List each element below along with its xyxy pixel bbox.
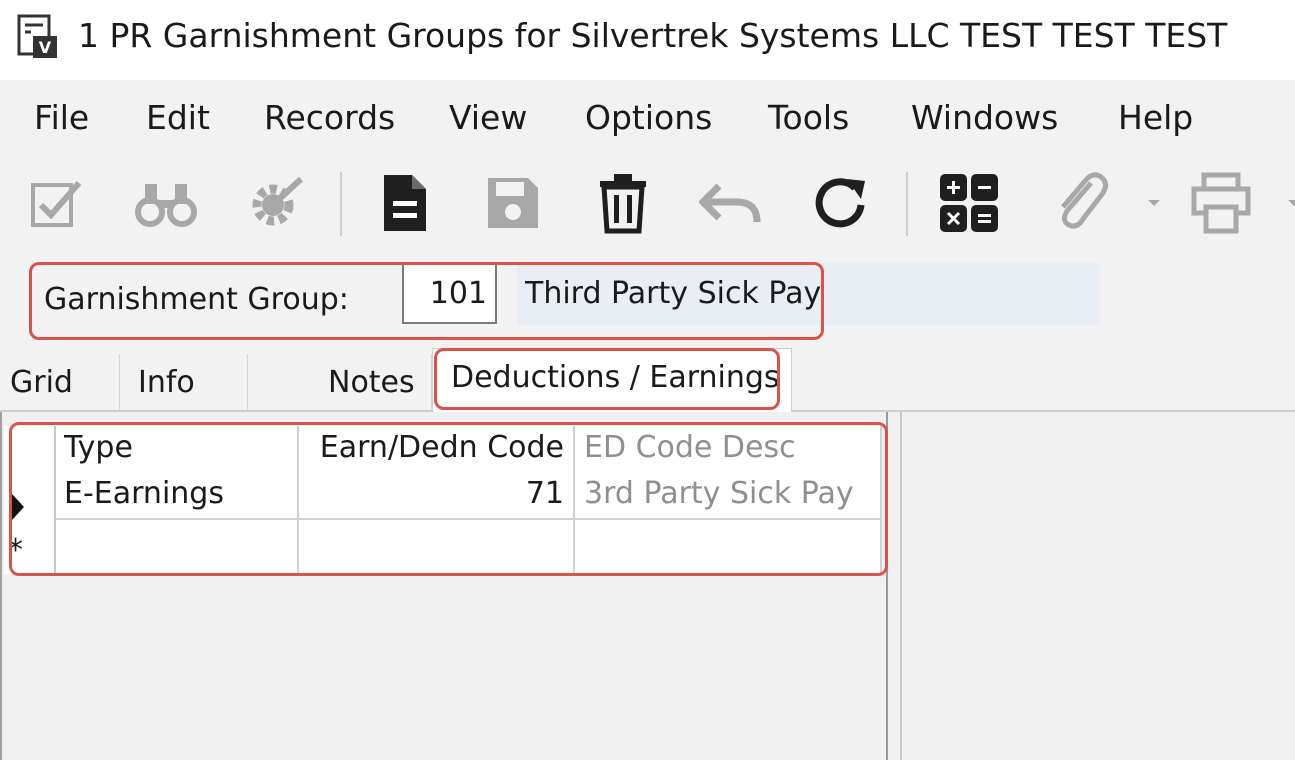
menu-file[interactable]: File [34,96,89,140]
printer-icon [1191,172,1251,234]
print-button[interactable] [1190,168,1260,238]
tab-deductions-earnings[interactable]: Deductions / Earnings [432,348,792,414]
menu-view[interactable]: View [449,96,527,140]
menu-help[interactable]: Help [1118,96,1193,140]
cell-type[interactable]: E-Earnings [64,472,294,518]
tab-grid[interactable]: Grid [0,354,120,412]
chevron-down-icon[interactable] [1286,198,1295,208]
column-header-type[interactable]: Type [64,426,294,474]
calculator-button[interactable] [934,168,1004,238]
validate-button[interactable] [20,168,90,238]
trash-icon [600,174,646,234]
panel-splitter[interactable] [886,412,902,760]
window-title: 1 PR Garnishment Groups for Silvertrek S… [78,16,1228,55]
column-header-ed-code-desc[interactable]: ED Code Desc [584,426,874,474]
content-area: * Type Earn/Dedn Code ED Code Desc E-Ear… [0,412,1295,760]
tab-strip: Grid Info Notes Deductions / Earnings [0,348,1295,414]
form-icon: V [17,14,57,58]
toolbar-separator [340,172,342,236]
undo-icon [699,183,761,223]
new-record-button[interactable] [370,168,440,238]
tab-info[interactable]: Info [120,354,248,412]
paperclip-icon [1061,172,1109,229]
title-bar: V 1 PR Garnishment Groups for Silvertrek… [0,0,1295,80]
save-button[interactable] [478,168,548,238]
grid-header-row: Type Earn/Dedn Code ED Code Desc [4,426,882,474]
garnishment-group-header: Garnishment Group: 101 Third Party Sick … [0,252,1295,348]
garnishment-group-description: Third Party Sick Pay [517,263,1100,325]
menu-options[interactable]: Options [585,96,712,140]
right-panel [902,412,1295,760]
menu-windows[interactable]: Windows [911,96,1058,140]
garnishment-group-label: Garnishment Group: [44,282,349,317]
column-header-earn-dedn-code[interactable]: Earn/Dedn Code [302,426,564,474]
delete-button[interactable] [588,168,658,238]
settings-button[interactable] [240,168,310,238]
calculator-icon [940,174,998,232]
refresh-icon [815,178,865,228]
attachment-button[interactable] [1046,168,1116,238]
refresh-button[interactable] [806,168,876,238]
cell-ed-code-desc: 3rd Party Sick Pay [584,476,854,511]
garnishment-group-input[interactable]: 101 [402,263,497,324]
toolbar-separator [906,172,908,236]
tab-notes[interactable]: Notes [248,354,432,412]
deductions-earnings-grid: * Type Earn/Dedn Code ED Code Desc E-Ear… [4,426,882,574]
toolbar [0,154,1295,252]
find-button[interactable] [131,168,201,238]
save-icon [488,178,538,228]
gear-icon [252,176,304,226]
binoculars-icon [135,184,197,227]
menu-tools[interactable]: Tools [768,96,849,140]
grid-panel: * Type Earn/Dedn Code ED Code Desc E-Ear… [0,412,890,760]
menu-edit[interactable]: Edit [146,96,210,140]
menu-records[interactable]: Records [264,96,395,140]
svg-text:V: V [39,38,52,57]
document-icon [384,175,426,231]
validate-icon [31,181,82,227]
table-row[interactable]: E-Earnings 71 3rd Party Sick Pay [4,472,882,518]
new-table-row[interactable] [4,520,882,572]
undo-button[interactable] [696,168,766,238]
menu-bar: File Edit Records View Options Tools Win… [0,80,1295,154]
chevron-down-icon[interactable] [1146,198,1162,208]
cell-earn-dedn-code[interactable]: 71 [302,472,564,518]
